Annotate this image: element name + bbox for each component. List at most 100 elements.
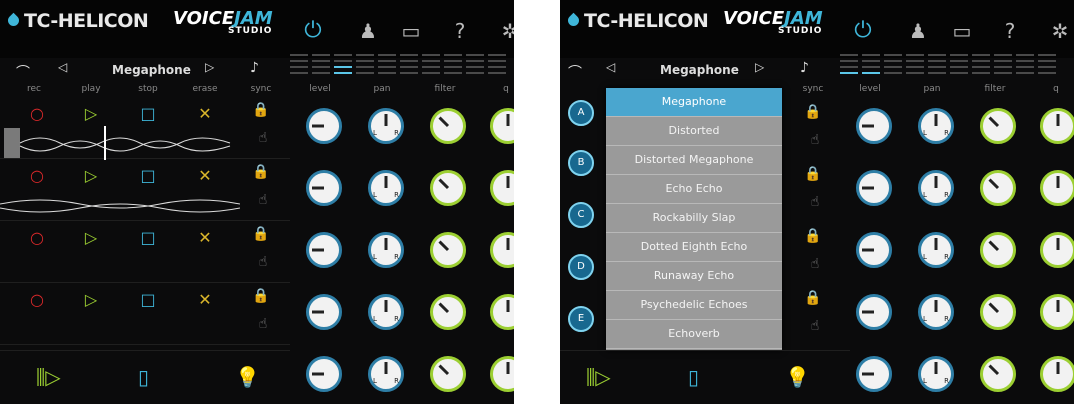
dropdown-item[interactable]: Psychedelic Echoes	[606, 291, 782, 320]
power-icon[interactable]: ⏻	[300, 18, 326, 44]
help-icon[interactable]: ?	[997, 18, 1023, 44]
erase-button[interactable]: ✕	[194, 104, 216, 123]
pan-knob[interactable]: LR	[918, 294, 954, 330]
q-knob[interactable]	[1040, 108, 1074, 144]
rec-button[interactable]: ○	[26, 104, 48, 123]
q-knob[interactable]	[490, 356, 514, 392]
erase-button[interactable]: ✕	[194, 228, 216, 247]
stop-button[interactable]: □	[137, 104, 159, 123]
rec-button[interactable]: ○	[26, 228, 48, 247]
pan-knob[interactable]: LR	[918, 232, 954, 268]
play-button[interactable]: ▷	[80, 104, 102, 123]
play-all-icon[interactable]: ⫼▷	[586, 365, 611, 389]
dropdown-item[interactable]: Distorted	[606, 117, 782, 146]
dropdown-item[interactable]: Dotted Eighth Echo	[606, 233, 782, 262]
arc-icon[interactable]: ⌒	[16, 62, 30, 82]
filter-knob[interactable]	[980, 108, 1016, 144]
level-knob[interactable]	[306, 108, 342, 144]
dropdown-item[interactable]: Megaphone	[606, 88, 782, 117]
slot-c[interactable]: C	[568, 202, 594, 228]
slot-b[interactable]: B	[568, 150, 594, 176]
prev-preset-icon[interactable]: ◁	[58, 60, 67, 74]
stop-all-icon[interactable]: ▯	[138, 365, 149, 389]
q-knob[interactable]	[1040, 232, 1074, 268]
lock-icon[interactable]: 🔒	[802, 104, 824, 120]
level-knob[interactable]	[306, 170, 342, 206]
filter-knob[interactable]	[980, 232, 1016, 268]
erase-button[interactable]: ✕	[194, 166, 216, 185]
lightbulb-icon[interactable]: 💡	[785, 365, 810, 389]
hand-icon[interactable]: ☝	[804, 132, 826, 148]
slot-d[interactable]: D	[568, 254, 594, 280]
q-knob[interactable]	[490, 108, 514, 144]
pan-knob[interactable]: LR	[368, 294, 404, 330]
dropdown-item[interactable]: Rockabilly Slap	[606, 204, 782, 233]
slot-a[interactable]: A	[568, 100, 594, 126]
prev-preset-icon[interactable]: ◁	[606, 60, 615, 74]
q-knob[interactable]	[490, 170, 514, 206]
stop-button[interactable]: □	[137, 166, 159, 185]
pan-knob[interactable]: LR	[918, 170, 954, 206]
help-icon[interactable]: ?	[447, 18, 473, 44]
gear-icon[interactable]: ✲	[497, 18, 514, 44]
play-button[interactable]: ▷	[80, 228, 102, 247]
slot-e[interactable]: E	[568, 306, 594, 332]
user-icon[interactable]: ♟	[355, 18, 381, 44]
q-knob[interactable]	[1040, 294, 1074, 330]
level-knob[interactable]	[856, 170, 892, 206]
hand-icon[interactable]: ☝	[804, 194, 826, 210]
q-knob[interactable]	[490, 294, 514, 330]
play-button[interactable]: ▷	[80, 166, 102, 185]
gear-icon[interactable]: ✲	[1047, 18, 1073, 44]
hand-icon[interactable]: ☝	[804, 318, 826, 334]
stop-button[interactable]: □	[137, 228, 159, 247]
pan-knob[interactable]: LR	[918, 108, 954, 144]
filter-knob[interactable]	[980, 356, 1016, 392]
level-knob[interactable]	[856, 108, 892, 144]
rec-button[interactable]: ○	[26, 166, 48, 185]
q-knob[interactable]	[1040, 356, 1074, 392]
filter-knob[interactable]	[980, 294, 1016, 330]
preset-name[interactable]: Megaphone	[660, 63, 739, 77]
play-button[interactable]: ▷	[80, 290, 102, 309]
next-preset-icon[interactable]: ▷	[755, 60, 764, 74]
level-knob[interactable]	[856, 232, 892, 268]
next-preset-icon[interactable]: ▷	[205, 60, 214, 74]
filter-knob[interactable]	[430, 294, 466, 330]
pan-knob[interactable]: LR	[368, 108, 404, 144]
filter-knob[interactable]	[430, 356, 466, 392]
level-knob[interactable]	[306, 232, 342, 268]
dropdown-item[interactable]: Echoverb	[606, 320, 782, 349]
hand-icon[interactable]: ☝	[252, 130, 274, 146]
dropdown-item[interactable]: Echo Echo	[606, 175, 782, 204]
lock-icon[interactable]: 🔒	[802, 290, 824, 306]
metronome-icon[interactable]: ♪	[800, 60, 809, 76]
metronome-icon[interactable]: ♪	[250, 60, 259, 76]
play-all-icon[interactable]: ⫼▷	[36, 365, 61, 389]
lock-icon[interactable]: 🔒	[802, 166, 824, 182]
filter-knob[interactable]	[980, 170, 1016, 206]
pan-knob[interactable]: LR	[368, 170, 404, 206]
lock-icon[interactable]: 🔒	[802, 228, 824, 244]
rec-button[interactable]: ○	[26, 290, 48, 309]
q-knob[interactable]	[490, 232, 514, 268]
level-knob[interactable]	[306, 294, 342, 330]
level-knob[interactable]	[856, 356, 892, 392]
level-knob[interactable]	[856, 294, 892, 330]
pan-knob[interactable]: LR	[368, 232, 404, 268]
user-icon[interactable]: ♟	[905, 18, 931, 44]
arc-icon[interactable]: ⌒	[568, 62, 582, 82]
hand-icon[interactable]: ☝	[252, 316, 274, 332]
lock-icon[interactable]: 🔒	[250, 164, 272, 180]
dropdown-item[interactable]: Runaway Echo	[606, 262, 782, 291]
lock-icon[interactable]: 🔒	[250, 288, 272, 304]
pan-knob[interactable]: LR	[918, 356, 954, 392]
stop-button[interactable]: □	[137, 290, 159, 309]
filter-knob[interactable]	[430, 232, 466, 268]
q-knob[interactable]	[1040, 170, 1074, 206]
hand-icon[interactable]: ☝	[252, 254, 274, 270]
lightbulb-icon[interactable]: 💡	[235, 365, 260, 389]
hand-icon[interactable]: ☝	[252, 192, 274, 208]
lock-icon[interactable]: 🔒	[250, 102, 272, 118]
preset-name[interactable]: Megaphone	[112, 63, 191, 77]
